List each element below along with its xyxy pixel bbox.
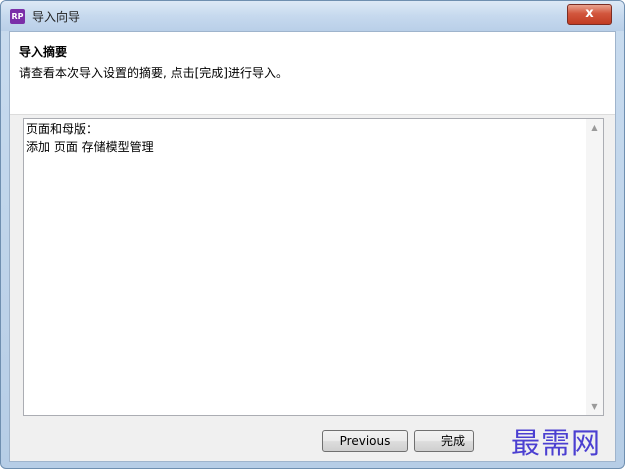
- page-heading: 导入摘要: [19, 45, 68, 59]
- window-title: 导入向导: [32, 10, 81, 24]
- title-bar[interactable]: RP 导入向导 x: [1, 1, 624, 31]
- axure-rp-app-icon: RP: [10, 9, 25, 24]
- import-wizard-window: RP 导入向导 x 导入摘要 请查看本次导入设置的摘要, 点击[完成]进行导入。…: [0, 0, 625, 469]
- summary-line: 添加 页面 存储模型管理: [26, 140, 154, 154]
- close-icon: x: [585, 6, 594, 21]
- wizard-client-area: 导入摘要 请查看本次导入设置的摘要, 点击[完成]进行导入。 页面和母版： 添加 …: [9, 31, 616, 462]
- previous-button[interactable]: Previous: [322, 430, 408, 452]
- summary-line: 页面和母版：: [26, 122, 99, 136]
- page-description: 请查看本次导入设置的摘要, 点击[完成]进行导入。: [19, 66, 288, 80]
- close-button[interactable]: x: [567, 4, 612, 25]
- vertical-scrollbar[interactable]: ▲ ▼: [586, 119, 603, 415]
- scroll-up-arrow-icon[interactable]: ▲: [586, 119, 603, 136]
- finish-button[interactable]: 完成: [414, 430, 474, 452]
- wizard-header-panel: 导入摘要 请查看本次导入设置的摘要, 点击[完成]进行导入。: [10, 32, 615, 115]
- site-watermark: 最需网: [511, 426, 602, 460]
- scroll-down-arrow-icon[interactable]: ▼: [586, 398, 603, 415]
- summary-text: 页面和母版： 添加 页面 存储模型管理: [26, 120, 154, 156]
- summary-textarea[interactable]: 页面和母版： 添加 页面 存储模型管理 ▲ ▼: [23, 118, 604, 416]
